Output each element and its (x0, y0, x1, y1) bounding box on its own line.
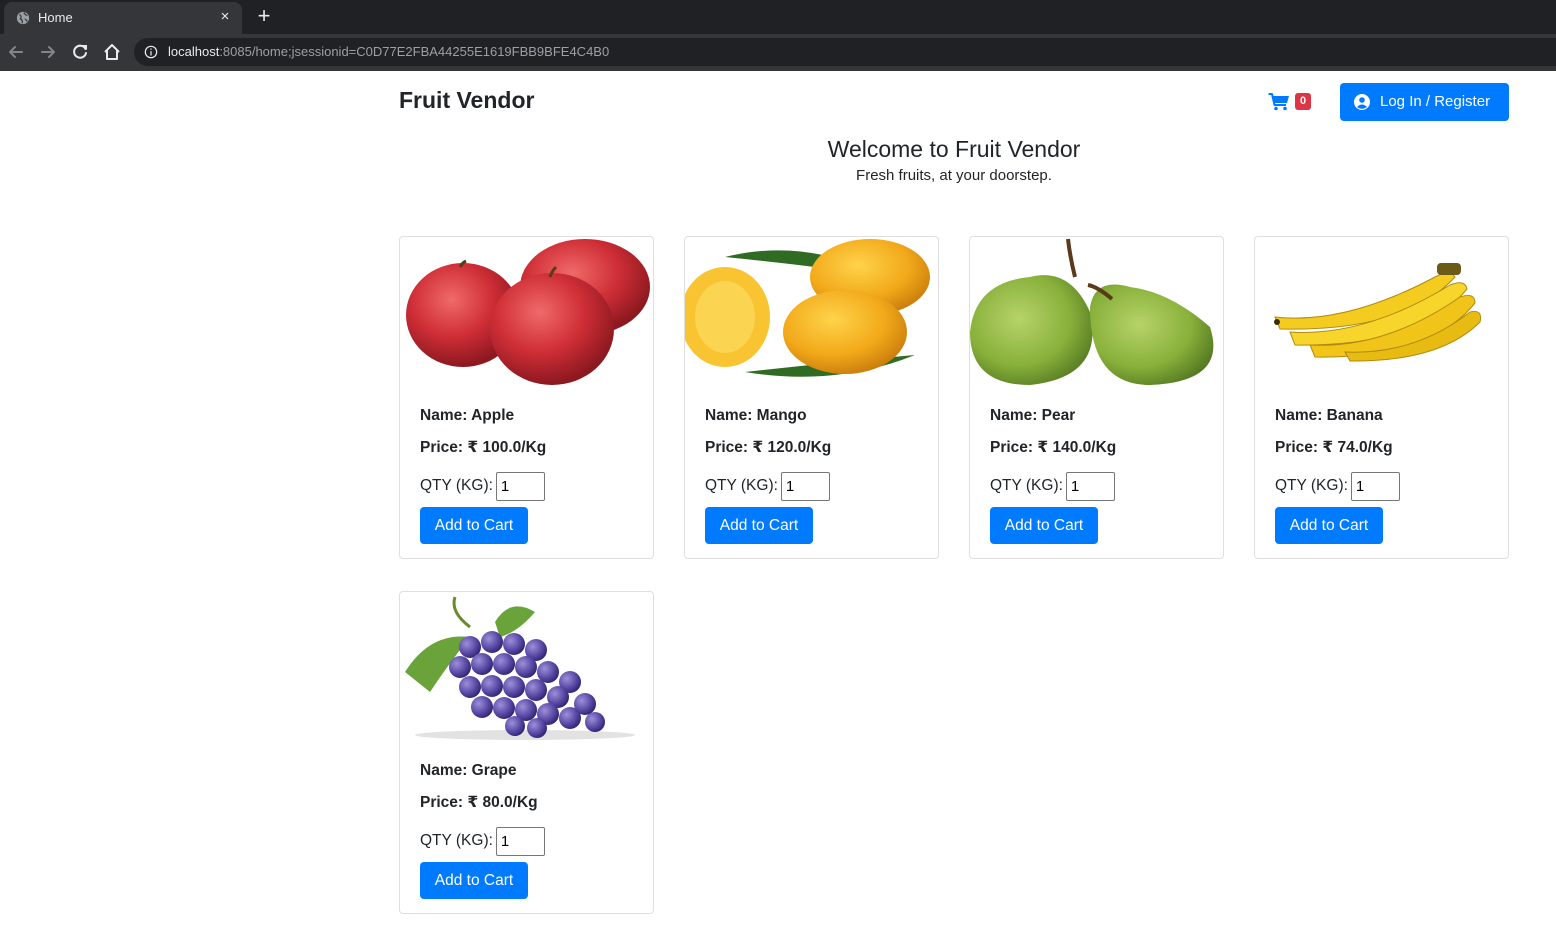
product-name: Name: Banana (1275, 407, 1383, 424)
close-tab-icon[interactable]: × (216, 8, 234, 26)
hero-title: Welcome to Fruit Vendor (827, 136, 1081, 162)
quantity-input[interactable] (1350, 471, 1400, 501)
cart-count-badge: 0 (1295, 93, 1311, 110)
hero-subtitle: Fresh fruits, at your doorstep. (856, 167, 1052, 184)
quantity-label: QTY (KG): (705, 477, 778, 494)
product-price: Price: ₹ 80.0/Kg (420, 794, 538, 811)
quantity-input[interactable] (495, 471, 545, 501)
product-card-banana: Name: Banana Price: ₹ 74.0/Kg QTY (KG): … (1254, 236, 1509, 559)
address-bar[interactable]: localhost:8085/home;jsessionid=C0D77E2FB… (134, 38, 1556, 66)
product-details: Name: Pear Price: ₹ 140.0/Kg QTY (KG): A… (990, 407, 1205, 544)
browser-toolbar: localhost:8085/home;jsessionid=C0D77E2FB… (0, 34, 1556, 71)
add-to-cart-button[interactable]: Add to Cart (705, 507, 813, 544)
url-text: localhost:8085/home;jsessionid=C0D77E2FB… (168, 44, 609, 59)
product-price: Price: ₹ 100.0/Kg (420, 439, 547, 456)
product-name: Name: Grape (420, 762, 517, 779)
shopping-cart-icon (1268, 93, 1289, 111)
product-name: Name: Pear (990, 407, 1076, 424)
login-register-label: Log In / Register (1380, 93, 1491, 110)
mango-image (685, 239, 930, 377)
quantity-label: QTY (KG): (420, 477, 493, 494)
page-content: Fruit Vendor 0 Log In / Register Welcome… (0, 71, 1556, 937)
product-name: Name: Mango (705, 407, 807, 424)
add-to-cart-button[interactable]: Add to Cart (420, 862, 528, 899)
quantity-input[interactable] (780, 471, 830, 501)
quantity-input[interactable] (495, 826, 545, 856)
product-card-pear: Name: Pear Price: ₹ 140.0/Kg QTY (KG): A… (969, 236, 1224, 559)
tab-title: Home (38, 10, 73, 25)
quantity-row: QTY (KG): (420, 824, 635, 858)
product-details: Name: Banana Price: ₹ 74.0/Kg QTY (KG): … (1275, 407, 1490, 544)
quantity-row: QTY (KG): (990, 469, 1205, 503)
product-card-apple: Name: Apple Price: ₹ 100.0/Kg QTY (KG): … (399, 236, 654, 559)
product-name: Name: Apple (420, 407, 515, 424)
globe-icon (16, 11, 30, 25)
home-icon[interactable] (101, 41, 123, 63)
product-card-grape: Name: Grape Price: ₹ 80.0/Kg QTY (KG): A… (399, 591, 654, 914)
quantity-row: QTY (KG): (420, 469, 635, 503)
product-price: Price: ₹ 140.0/Kg (990, 439, 1117, 456)
hero: Welcome to Fruit Vendor Fresh fruits, at… (399, 135, 1509, 184)
product-price: Price: ₹ 120.0/Kg (705, 439, 832, 456)
url-host: localhost (168, 44, 220, 59)
add-to-cart-button[interactable]: Add to Cart (990, 507, 1098, 544)
user-circle-icon (1354, 94, 1370, 110)
quantity-label: QTY (KG): (990, 477, 1063, 494)
brand-title[interactable]: Fruit Vendor (399, 87, 534, 114)
add-to-cart-button[interactable]: Add to Cart (420, 507, 528, 544)
back-arrow-icon[interactable] (5, 41, 27, 63)
info-icon[interactable] (144, 45, 158, 59)
quantity-input[interactable] (1065, 471, 1115, 501)
new-tab-icon[interactable]: + (253, 5, 275, 27)
browser-tab-strip: Home × + (0, 0, 1556, 34)
forward-arrow-icon[interactable] (37, 41, 59, 63)
product-card-mango: Name: Mango Price: ₹ 120.0/Kg QTY (KG): … (684, 236, 939, 559)
quantity-label: QTY (KG): (1275, 477, 1348, 494)
apple-image (406, 239, 650, 385)
grape-image (405, 596, 635, 740)
browser-tab-home[interactable]: Home × (4, 2, 242, 34)
product-details: Name: Mango Price: ₹ 120.0/Kg QTY (KG): … (705, 407, 920, 544)
quantity-row: QTY (KG): (1275, 469, 1490, 503)
pear-image (970, 238, 1214, 385)
quantity-label: QTY (KG): (420, 832, 493, 849)
login-register-button[interactable]: Log In / Register (1340, 83, 1509, 121)
product-details: Name: Apple Price: ₹ 100.0/Kg QTY (KG): … (420, 407, 635, 544)
banana-image (1274, 263, 1481, 362)
product-price: Price: ₹ 74.0/Kg (1275, 439, 1393, 456)
product-details: Name: Grape Price: ₹ 80.0/Kg QTY (KG): A… (420, 762, 635, 899)
url-path: :8085/home;jsessionid=C0D77E2FBA44255E16… (219, 44, 610, 59)
reload-icon[interactable] (69, 41, 91, 63)
add-to-cart-button[interactable]: Add to Cart (1275, 507, 1383, 544)
quantity-row: QTY (KG): (705, 469, 920, 503)
